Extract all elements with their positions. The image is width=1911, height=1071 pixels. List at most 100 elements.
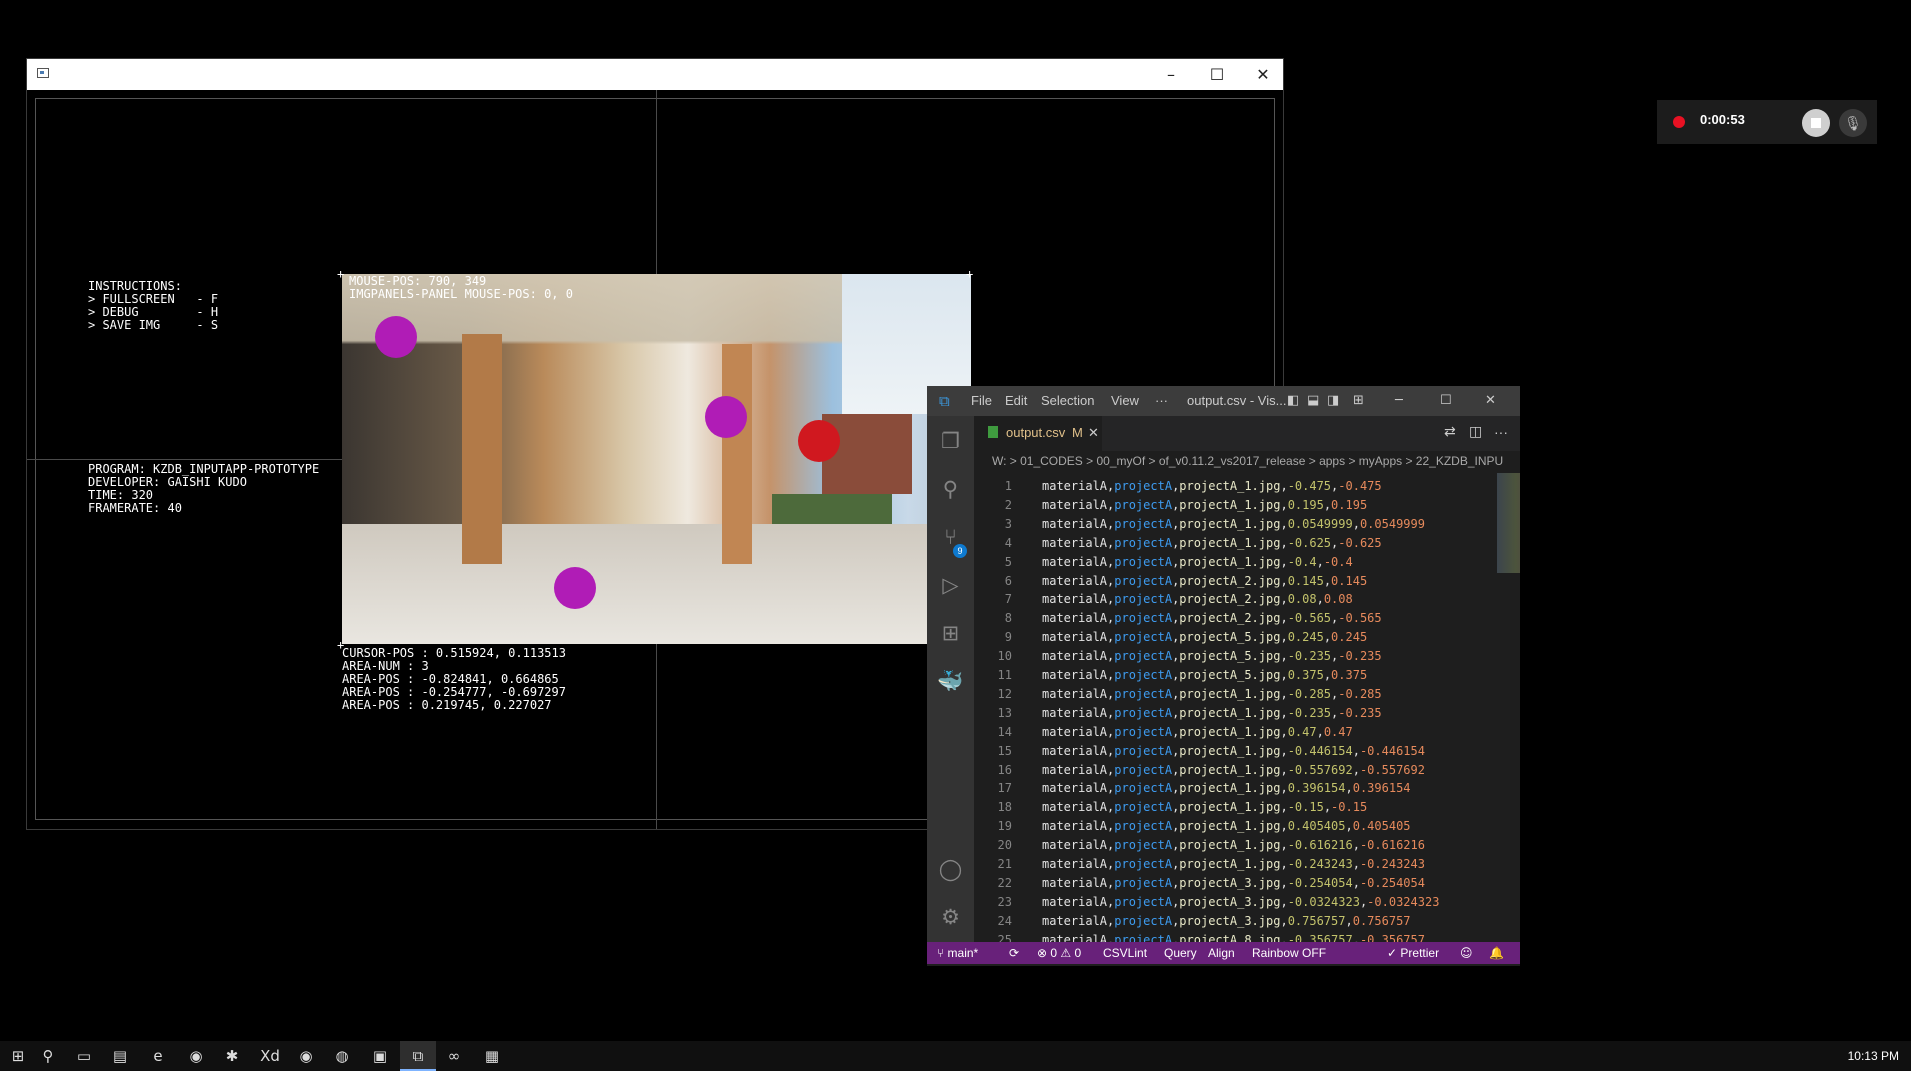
prettier-status[interactable]: ✓ Prettier [1387, 946, 1439, 960]
maximize-button[interactable]: ☐ [1194, 59, 1240, 90]
mic-off-icon[interactable]: 🎙 [1839, 109, 1867, 137]
notifications-bell-icon[interactable]: 🔔 [1489, 946, 1504, 960]
marker-red[interactable] [798, 420, 840, 462]
photo-building [822, 414, 912, 494]
tab-close-icon[interactable]: ✕ [1088, 425, 1099, 441]
menu-edit[interactable]: Edit [1005, 393, 1027, 408]
csvlint-status[interactable]: CSVLint [1103, 946, 1147, 960]
minimap[interactable] [1497, 473, 1520, 573]
rainbow-status[interactable]: Rainbow OFF [1252, 946, 1326, 960]
csv-line: materialA,projectA,projectA_3.jpg,0.7567… [1042, 913, 1411, 928]
branch-status[interactable]: ⑂ main* [937, 946, 978, 960]
split-editor-icon[interactable]: ◫ [1469, 424, 1482, 440]
edge-icon[interactable]: e [140, 1041, 176, 1071]
account-icon[interactable]: ◯ [927, 846, 974, 892]
menu-selection[interactable]: Selection [1041, 393, 1094, 408]
line-number: 9 [1004, 630, 1012, 645]
line-number: 23 [997, 894, 1012, 909]
cursor-info-text: CURSOR-POS : 0.515924, 0.113513 AREA-NUM… [342, 646, 566, 712]
marker-magenta-3[interactable] [554, 567, 596, 609]
line-number: 4 [1004, 535, 1012, 550]
menu-file[interactable]: File [971, 393, 992, 408]
editor-tabs: output.csv M ✕ ⇄ ◫ ··· [974, 416, 1520, 451]
compare-changes-icon[interactable]: ⇄ [1444, 424, 1456, 440]
extensions-icon[interactable]: ⊞ [927, 610, 974, 656]
breadcrumb[interactable]: W: > 01_CODES > 00_myOf > of_v0.11.2_vs2… [974, 451, 1520, 473]
vscode-titlebar[interactable]: ⧉ File Edit Selection View ··· output.cs… [927, 386, 1520, 416]
problems-status[interactable]: ⊗ 0 ⚠ 0 [1037, 946, 1081, 960]
chrome-icon[interactable]: ◉ [288, 1041, 324, 1071]
line-number: 20 [997, 838, 1012, 853]
line-number: 6 [1004, 573, 1012, 588]
photo-floor [342, 524, 971, 644]
align-status[interactable]: Align [1208, 946, 1235, 960]
toggle-secondary-sidebar-icon[interactable]: ◨ [1327, 393, 1339, 408]
close-button[interactable]: ✕ [1240, 59, 1286, 90]
source-control-icon[interactable]: ⑂ [927, 514, 974, 560]
csv-app-icon[interactable]: ▣ [362, 1041, 398, 1071]
instructions-text: INSTRUCTIONS: > FULLSCREEN - F > DEBUG -… [88, 279, 219, 332]
line-number: 5 [1004, 554, 1012, 569]
file-explorer-icon[interactable]: ▤ [102, 1041, 138, 1071]
customize-layout-icon[interactable]: ⊞ [1353, 393, 1364, 408]
csv-line: materialA,projectA,projectA_1.jpg,0.47,0… [1042, 724, 1353, 739]
vscode-icon[interactable]: ⧉ [400, 1041, 436, 1071]
line-number: 25 [997, 932, 1012, 942]
line-number: 16 [997, 762, 1012, 777]
docker-icon[interactable]: 🐳 [927, 658, 974, 704]
tab-output-csv[interactable]: output.csv M ✕ [974, 416, 1102, 451]
line-number: 7 [1004, 592, 1012, 607]
csv-line: materialA,projectA,projectA_1.jpg,-0.285… [1042, 686, 1382, 701]
search-icon[interactable]: ⚲ [927, 466, 974, 512]
menu-view[interactable]: View [1111, 393, 1139, 408]
vscode-window: ⧉ File Edit Selection View ··· output.cs… [927, 386, 1520, 966]
line-number: 13 [997, 705, 1012, 720]
editor[interactable]: 1 materialA,projectA,projectA_1.jpg,-0.47… [974, 473, 1520, 942]
minimize-button[interactable]: – [1148, 59, 1194, 90]
feedback-icon[interactable]: ☺ [1460, 946, 1473, 960]
of-titlebar[interactable]: – ☐ ✕ [27, 59, 1283, 90]
chrome-icon[interactable]: ◉ [178, 1041, 214, 1071]
csv-line: materialA,projectA,projectA_1.jpg,-0.243… [1042, 857, 1425, 871]
photo-column [462, 334, 502, 564]
stop-icon[interactable] [1802, 109, 1830, 137]
csv-line: materialA,projectA,projectA_1.jpg,-0.616… [1042, 838, 1425, 853]
settings-gear-icon[interactable]: ⚙ [927, 894, 974, 940]
more-actions-icon[interactable]: ··· [1494, 424, 1508, 440]
csv-line: materialA,projectA,projectA_2.jpg,-0.565… [1042, 611, 1382, 626]
taskbar-clock[interactable]: 10:13 PM [1848, 1049, 1899, 1063]
line-number: 14 [997, 724, 1012, 739]
visual-studio-icon[interactable]: ∞ [436, 1041, 472, 1071]
toggle-sidebar-icon[interactable]: ◧ [1287, 393, 1299, 408]
query-status[interactable]: Query [1164, 946, 1197, 960]
run-debug-icon[interactable]: ▷ [927, 562, 974, 608]
marker-magenta-1[interactable] [375, 316, 417, 358]
csv-line: materialA,projectA,projectA_3.jpg,-0.032… [1042, 894, 1440, 909]
of-app-icon[interactable]: ▦ [474, 1041, 510, 1071]
slack-icon[interactable]: ✱ [214, 1041, 250, 1071]
line-number: 8 [1004, 611, 1012, 626]
toggle-panel-icon[interactable]: ⬓ [1307, 393, 1319, 408]
line-number: 17 [997, 781, 1012, 796]
adobe-xd-icon[interactable]: Xd [252, 1041, 288, 1071]
explorer-icon[interactable]: ❐ [927, 418, 974, 464]
minimize-button[interactable]: ─ [1395, 393, 1403, 408]
panel-corner-marker: + [337, 267, 345, 281]
menu-more[interactable]: ··· [1155, 393, 1168, 408]
marker-magenta-2[interactable] [705, 396, 747, 438]
csv-line: materialA,projectA,projectA_1.jpg,-0.235… [1042, 705, 1382, 720]
app-icon[interactable]: ◍ [324, 1041, 360, 1071]
search-icon[interactable]: ⚲ [30, 1041, 66, 1071]
recording-time: 0:00:53 [1700, 112, 1745, 127]
line-number: 10 [997, 649, 1012, 664]
csv-line: materialA,projectA,projectA_1.jpg,-0.4,-… [1042, 554, 1353, 569]
task-view-icon[interactable]: ▭ [66, 1041, 102, 1071]
maximize-button[interactable]: ☐ [1440, 393, 1452, 408]
sync-icon[interactable]: ⟳ [1009, 946, 1019, 960]
csv-line: materialA,projectA,projectA_1.jpg,0.3961… [1042, 781, 1411, 796]
image-panel[interactable] [342, 274, 971, 644]
program-info-text: PROGRAM: KZDB_INPUTAPP-PROTOTYPE DEVELOP… [88, 462, 320, 515]
vscode-logo-icon: ⧉ [939, 393, 950, 410]
close-button[interactable]: ✕ [1485, 393, 1496, 408]
line-number: 3 [1004, 516, 1012, 531]
